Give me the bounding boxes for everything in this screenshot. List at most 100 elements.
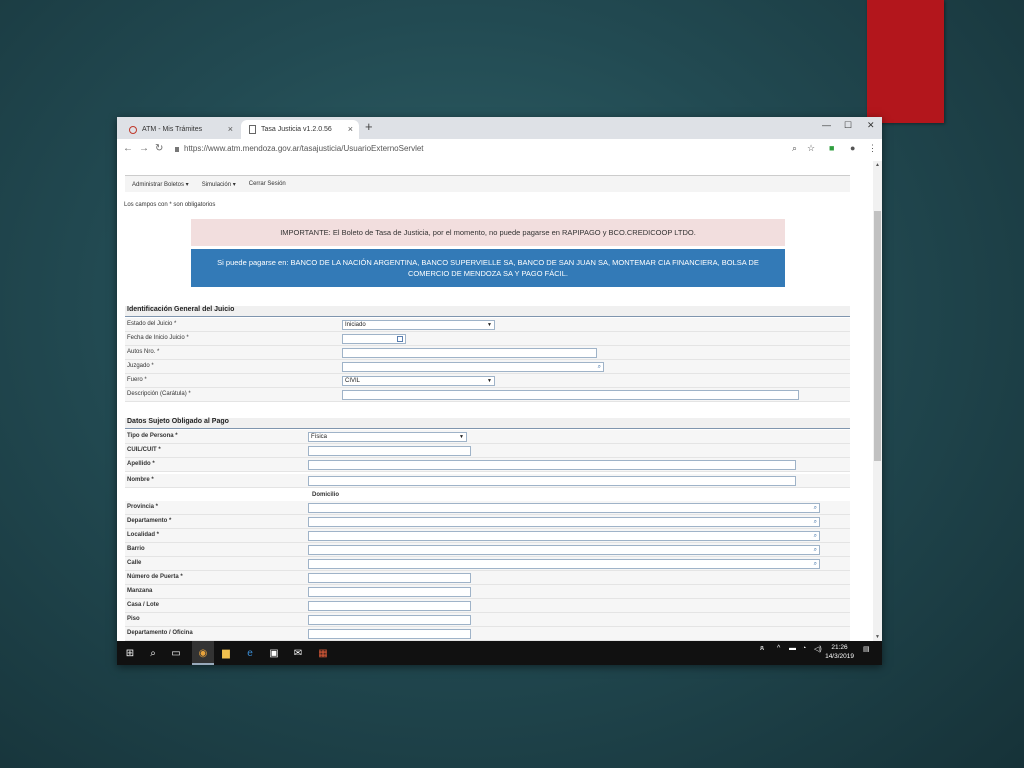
profile-icon[interactable]: ● [850, 143, 855, 153]
numero-puerta-input[interactable] [308, 573, 471, 583]
url-text: https://www.atm.mendoza.gov.ar/tasajusti… [184, 144, 424, 153]
form-row-fecha: Fecha de Inicio Juicio * [125, 332, 850, 346]
info-alert: Si puede pagarse en: BANCO DE LA NACIÓN … [191, 249, 785, 287]
search-icon[interactable]: ⌕ [814, 504, 817, 512]
calle-input[interactable]: ⌕ [308, 559, 820, 569]
form-row-departamento-oficina: Departamento / Oficina [125, 627, 850, 641]
form-row-departamento: Departamento * ⌕ [125, 515, 850, 529]
scrollbar-thumb[interactable] [874, 211, 881, 461]
notifications-icon[interactable]: ▤ [863, 645, 870, 653]
page-scrollbar[interactable]: ▲ ▼ [873, 161, 882, 641]
localidad-input[interactable]: ⌕ [308, 531, 820, 541]
estado-select[interactable]: Iniciado ▼ [342, 320, 495, 330]
search-icon[interactable]: ⌕ [814, 560, 817, 568]
form-row-tipo-persona: Tipo de Persona * Física ▼ [125, 430, 850, 444]
back-icon[interactable]: ← [123, 143, 133, 154]
chrome-icon[interactable]: ◉ [196, 646, 210, 660]
field-label: CUIL/CUIT * [127, 447, 161, 453]
tab-title: Tasa Justicia v1.2.0.56 [261, 126, 332, 133]
field-label: Autos Nro. * [127, 349, 160, 355]
autos-input[interactable] [342, 348, 597, 358]
task-view-icon[interactable]: ▭ [169, 646, 183, 660]
domicilio-label: Domicilio [312, 492, 340, 498]
fecha-input[interactable] [342, 334, 406, 344]
battery-icon[interactable]: ▬ [789, 645, 796, 652]
search-icon[interactable]: ⌕ [146, 646, 160, 660]
required-fields-note: Los campos con * son obligatorios [124, 202, 216, 208]
form-row-descripcion: Descripción (Carátula) * [125, 388, 850, 402]
manzana-input[interactable] [308, 587, 471, 597]
form-row-fuero: Fuero * CIVIL ▼ [125, 374, 850, 388]
search-icon[interactable]: ⌕ [814, 518, 817, 526]
cuil-input[interactable] [308, 446, 471, 456]
fuero-select[interactable]: CIVIL ▼ [342, 376, 495, 386]
calendar-icon[interactable] [397, 336, 403, 342]
field-label: Calle [127, 560, 142, 566]
departamento-oficina-input[interactable] [308, 629, 471, 639]
casa-lote-input[interactable] [308, 601, 471, 611]
apellido-input[interactable] [308, 460, 796, 470]
form-row-cuil: CUIL/CUIT * [125, 444, 850, 458]
juzgado-input[interactable]: ⌕ [342, 362, 604, 372]
wifi-icon[interactable]: ◔ [802, 645, 806, 652]
provincia-input[interactable]: ⌕ [308, 503, 820, 513]
document-icon [249, 125, 256, 134]
section-title-juicio: Identificación General del Juicio [125, 306, 850, 317]
tab-atm[interactable]: ATM - Mis Trámites × [121, 120, 239, 139]
field-label: Localidad * [127, 532, 160, 538]
taskbar-clock[interactable]: 21:26 14/3/2019 [825, 643, 854, 661]
scroll-up-icon[interactable]: ▲ [875, 162, 880, 168]
tab-bar: ATM - Mis Trámites × Tasa Justicia v1.2.… [117, 117, 882, 139]
field-label: Fuero * [127, 377, 147, 383]
menu-kebab-icon[interactable]: ⋮ [868, 143, 877, 154]
forward-icon[interactable]: → [139, 143, 149, 154]
people-icon[interactable]: ጸ [760, 645, 764, 653]
piso-input[interactable] [308, 615, 471, 625]
field-label: Descripción (Carátula) * [127, 391, 191, 397]
menu-cerrar-sesion[interactable]: Cerrar Sesión [249, 181, 286, 187]
tipo-persona-select[interactable]: Física ▼ [308, 432, 467, 442]
barrio-input[interactable]: ⌕ [308, 545, 820, 555]
field-label: Fecha de Inicio Juicio * [127, 335, 189, 341]
minimize-icon[interactable]: — [822, 120, 831, 130]
search-icon[interactable]: ⌕ [598, 363, 601, 371]
bookmark-star-icon[interactable]: ☆ [807, 143, 815, 154]
nombre-input[interactable] [308, 476, 796, 486]
edge-icon[interactable]: e [243, 646, 257, 660]
mail-icon[interactable]: ✉ [291, 646, 305, 660]
field-label: Barrio [127, 546, 145, 552]
windows-start-icon[interactable]: ⊞ [123, 646, 137, 660]
tab-tasa-justicia[interactable]: Tasa Justicia v1.2.0.56 × [241, 120, 359, 139]
reload-icon[interactable]: ↻ [155, 143, 163, 154]
form-row-juzgado: Juzgado * ⌕ [125, 360, 850, 374]
caret-down-icon: ▼ [459, 434, 464, 440]
descripcion-input[interactable] [342, 390, 799, 400]
scroll-down-icon[interactable]: ▼ [875, 634, 880, 640]
form-row-estado: Estado del Juicio * Iniciado ▼ [125, 318, 850, 332]
clock-time: 21:26 [831, 644, 848, 651]
extension-icon[interactable]: ■ [829, 143, 834, 153]
menu-administrar-boletos[interactable]: Administrar Boletos ▾ [132, 181, 189, 188]
window-close-icon[interactable]: ✕ [867, 120, 875, 131]
url-field[interactable]: https://www.atm.mendoza.gov.ar/tasajusti… [175, 144, 424, 153]
field-label: Manzana [127, 588, 153, 594]
field-label: Provincia * [127, 504, 159, 510]
form-row-casa-lote: Casa / Lote [125, 599, 850, 613]
search-icon[interactable]: ⌕ [814, 532, 817, 540]
field-label: Tipo de Persona * [127, 433, 178, 439]
close-icon[interactable]: × [348, 124, 353, 134]
search-icon[interactable]: ⌕ [814, 546, 817, 554]
close-icon[interactable]: × [228, 124, 233, 134]
zoom-icon[interactable]: ⌕ [792, 143, 797, 154]
departamento-input[interactable]: ⌕ [308, 517, 820, 527]
chevron-up-icon[interactable]: ^ [777, 645, 780, 652]
maximize-icon[interactable]: ☐ [844, 120, 852, 131]
menu-simulacion[interactable]: Simulación ▾ [202, 181, 236, 188]
form-row-numero-puerta: Número de Puerta * [125, 571, 850, 585]
file-explorer-icon[interactable]: ▆ [219, 646, 233, 660]
powerpoint-icon[interactable]: ▦ [316, 646, 330, 660]
store-icon[interactable]: ▣ [267, 646, 281, 660]
caret-down-icon: ▼ [487, 322, 492, 328]
volume-icon[interactable]: ◁) [814, 645, 822, 653]
new-tab-icon[interactable]: + [365, 119, 373, 134]
